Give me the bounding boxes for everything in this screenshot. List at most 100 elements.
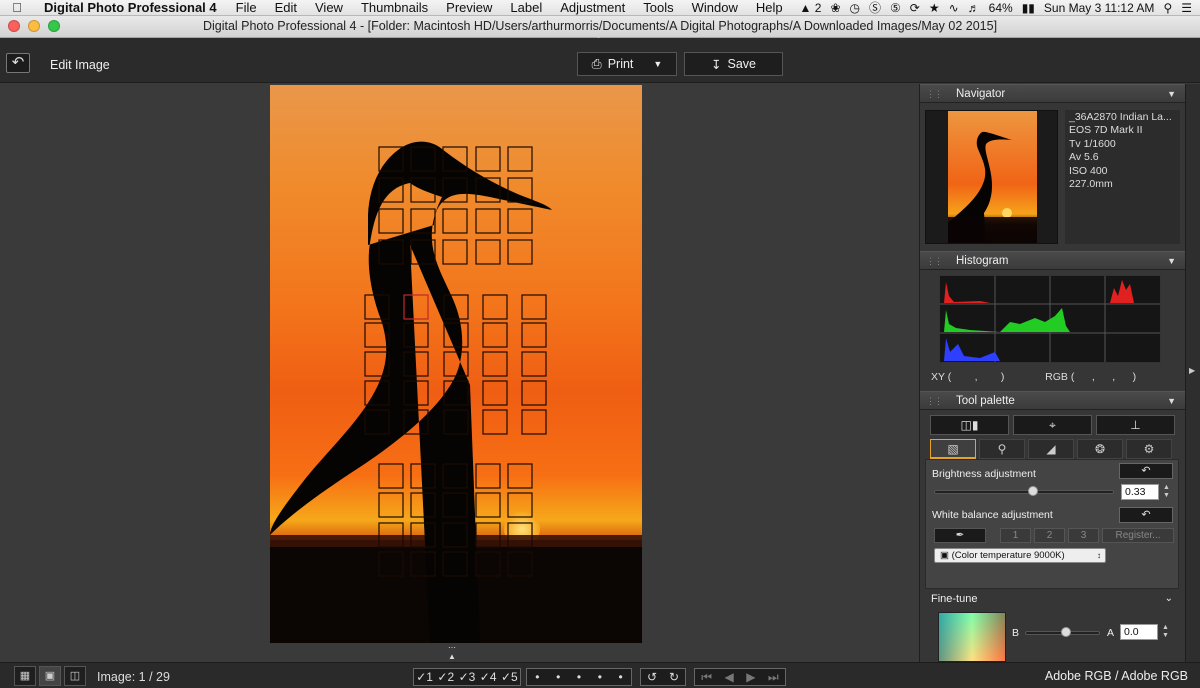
volume-icon[interactable]: ♬: [968, 1, 980, 15]
lens-correction-button[interactable]: ◫▮: [930, 415, 1009, 435]
bottom-toolbar: ▦ ▣ ◫ Image: 1 / 29 ✓1 ✓2 ✓3 ✓4 ✓5 • • •…: [0, 662, 1200, 688]
double-chevron-down-icon[interactable]: ⌄: [1165, 589, 1173, 609]
info-iso: ISO 400: [1069, 164, 1108, 177]
rating-4-button[interactable]: ✓4: [480, 670, 497, 684]
fine-tune-slider-knob[interactable]: [1061, 627, 1072, 637]
navigator-header[interactable]: ⋮⋮ Navigator ▼: [920, 84, 1186, 103]
battery-icon[interactable]: ▮▮: [1022, 1, 1035, 15]
fine-tune-value[interactable]: 0.0: [1120, 624, 1158, 640]
rating-5-button[interactable]: ✓5: [501, 670, 518, 684]
chevron-down-icon[interactable]: ▼: [1167, 252, 1176, 270]
crop-button[interactable]: ⌖: [1013, 415, 1092, 435]
white-balance-select[interactable]: ▣ (Color temperature 9000K) ↕: [934, 548, 1106, 563]
grip-icon[interactable]: ⋮⋮: [926, 392, 943, 410]
menu-window[interactable]: Window: [683, 0, 747, 15]
star-4-dot-icon[interactable]: •: [598, 670, 602, 684]
apple-menu-icon[interactable]: : [0, 0, 34, 15]
rating-1-label: 1: [426, 670, 433, 684]
grip-icon[interactable]: ⋮⋮: [926, 252, 943, 270]
navigator-thumbnail[interactable]: [925, 110, 1058, 244]
wb-preset-3-button[interactable]: 3: [1068, 528, 1099, 543]
print-button[interactable]: ⎙ Print ▼: [577, 52, 677, 76]
menu-file[interactable]: File: [227, 0, 266, 15]
last-image-icon[interactable]: ⏭: [768, 670, 779, 685]
five-icon[interactable]: ⑤: [890, 1, 901, 15]
rating-2-label: 2: [447, 670, 455, 684]
grip-icon[interactable]: ⋮⋮: [926, 85, 943, 103]
bluetooth-icon[interactable]: ★: [929, 1, 940, 15]
rating-2-button[interactable]: ✓2: [437, 670, 454, 684]
menu-view[interactable]: View: [306, 0, 352, 15]
next-image-icon[interactable]: ▶: [746, 670, 755, 684]
chevron-down-icon[interactable]: ▼: [1167, 392, 1176, 410]
zoom-window-button[interactable]: [48, 20, 60, 32]
grid-view-button[interactable]: ▦: [14, 665, 36, 686]
menu-thumbnails[interactable]: Thumbnails: [352, 0, 437, 15]
tool-palette-header[interactable]: ⋮⋮ Tool palette ▼: [920, 391, 1186, 410]
white-balance-label: White balance adjustment: [932, 509, 1053, 521]
fine-tune-color-grid[interactable]: [938, 612, 1006, 662]
menu-label[interactable]: Label: [501, 0, 551, 15]
skype-icon[interactable]: Ⓢ: [869, 0, 881, 16]
white-balance-reset-button[interactable]: ↶: [1119, 507, 1173, 523]
list-view-button[interactable]: ◫: [64, 665, 86, 686]
close-window-button[interactable]: [8, 20, 20, 32]
rotate-right-icon[interactable]: ↻: [669, 670, 679, 684]
rotate-left-icon[interactable]: ↺: [647, 670, 657, 684]
tab-tone-curve[interactable]: ◢: [1028, 439, 1074, 459]
chevron-down-icon[interactable]: ▼: [653, 59, 662, 69]
pinwheel-icon[interactable]: ❀: [830, 1, 840, 15]
minimize-window-button[interactable]: [28, 20, 40, 32]
panel-scrollbar[interactable]: ▶: [1185, 84, 1200, 662]
brightness-slider-knob[interactable]: [1028, 486, 1038, 496]
save-button[interactable]: ↧ Save: [684, 52, 783, 76]
menu-preview[interactable]: Preview: [437, 0, 501, 15]
star-5-dot-icon[interactable]: •: [618, 670, 622, 684]
eyedropper-button[interactable]: ✒: [934, 528, 986, 543]
clock-icon[interactable]: ◷: [850, 1, 860, 15]
filmstrip-toggle-icon[interactable]: ⋯ ▲: [448, 643, 456, 661]
wb-preset-2-button[interactable]: 2: [1034, 528, 1065, 543]
brightness-reset-button[interactable]: ↶: [1119, 463, 1173, 479]
back-button[interactable]: ↶: [6, 53, 30, 73]
stamp-button[interactable]: ⊥: [1096, 415, 1175, 435]
rating-3-button[interactable]: ✓3: [459, 670, 476, 684]
histogram-header[interactable]: ⋮⋮ Histogram ▼: [920, 251, 1186, 270]
eyedropper-icon: ✒: [955, 530, 965, 541]
star-1-dot-icon[interactable]: •: [535, 670, 539, 684]
expand-panel-icon[interactable]: ▶: [1189, 366, 1195, 375]
tab-color[interactable]: ❂: [1077, 439, 1123, 459]
brightness-stepper-icon[interactable]: ▲ ▼: [1162, 484, 1171, 500]
fine-tune-stepper-icon[interactable]: ▲ ▼: [1161, 624, 1170, 640]
previous-image-icon[interactable]: ◀: [725, 670, 734, 684]
brightness-slider[interactable]: [934, 490, 1114, 494]
rating-1-button[interactable]: ✓1: [416, 670, 433, 684]
menubar-clock[interactable]: Sun May 3 11:12 AM: [1044, 1, 1155, 15]
brightness-value[interactable]: 0.33: [1121, 484, 1159, 500]
notification-center-icon[interactable]: ☰: [1181, 1, 1192, 15]
battery-label[interactable]: 64%: [989, 1, 1013, 15]
wifi-icon[interactable]: ∿: [949, 1, 959, 15]
tab-detail[interactable]: ⚲: [979, 439, 1025, 459]
menu-tools[interactable]: Tools: [634, 0, 682, 15]
single-view-button[interactable]: ▣: [39, 665, 61, 686]
photo-crane-silhouette[interactable]: [270, 85, 642, 643]
wb-register-button[interactable]: Register...: [1102, 528, 1174, 543]
sync-icon[interactable]: ⟳: [910, 1, 920, 15]
app-menu[interactable]: Digital Photo Professional 4: [34, 0, 227, 15]
menu-help[interactable]: Help: [747, 0, 792, 15]
star-2-dot-icon[interactable]: •: [556, 670, 560, 684]
tab-settings[interactable]: ⚙: [1126, 439, 1172, 459]
undo-icon: ↶: [1141, 465, 1151, 477]
info-camera: EOS 7D Mark II: [1069, 124, 1143, 137]
adobe-icon[interactable]: ▲ 2: [800, 1, 822, 15]
spotlight-icon[interactable]: ⚲: [1163, 1, 1172, 15]
star-3-dot-icon[interactable]: •: [577, 670, 581, 684]
menu-edit[interactable]: Edit: [266, 0, 306, 15]
fine-tune-header[interactable]: Fine-tune ⌄: [925, 588, 1179, 608]
tab-basic-adjustment[interactable]: ▧: [930, 439, 976, 459]
wb-preset-1-button[interactable]: 1: [1000, 528, 1031, 543]
chevron-down-icon[interactable]: ▼: [1167, 85, 1176, 103]
first-image-icon[interactable]: ⏮: [701, 670, 712, 685]
menu-adjustment[interactable]: Adjustment: [551, 0, 634, 15]
